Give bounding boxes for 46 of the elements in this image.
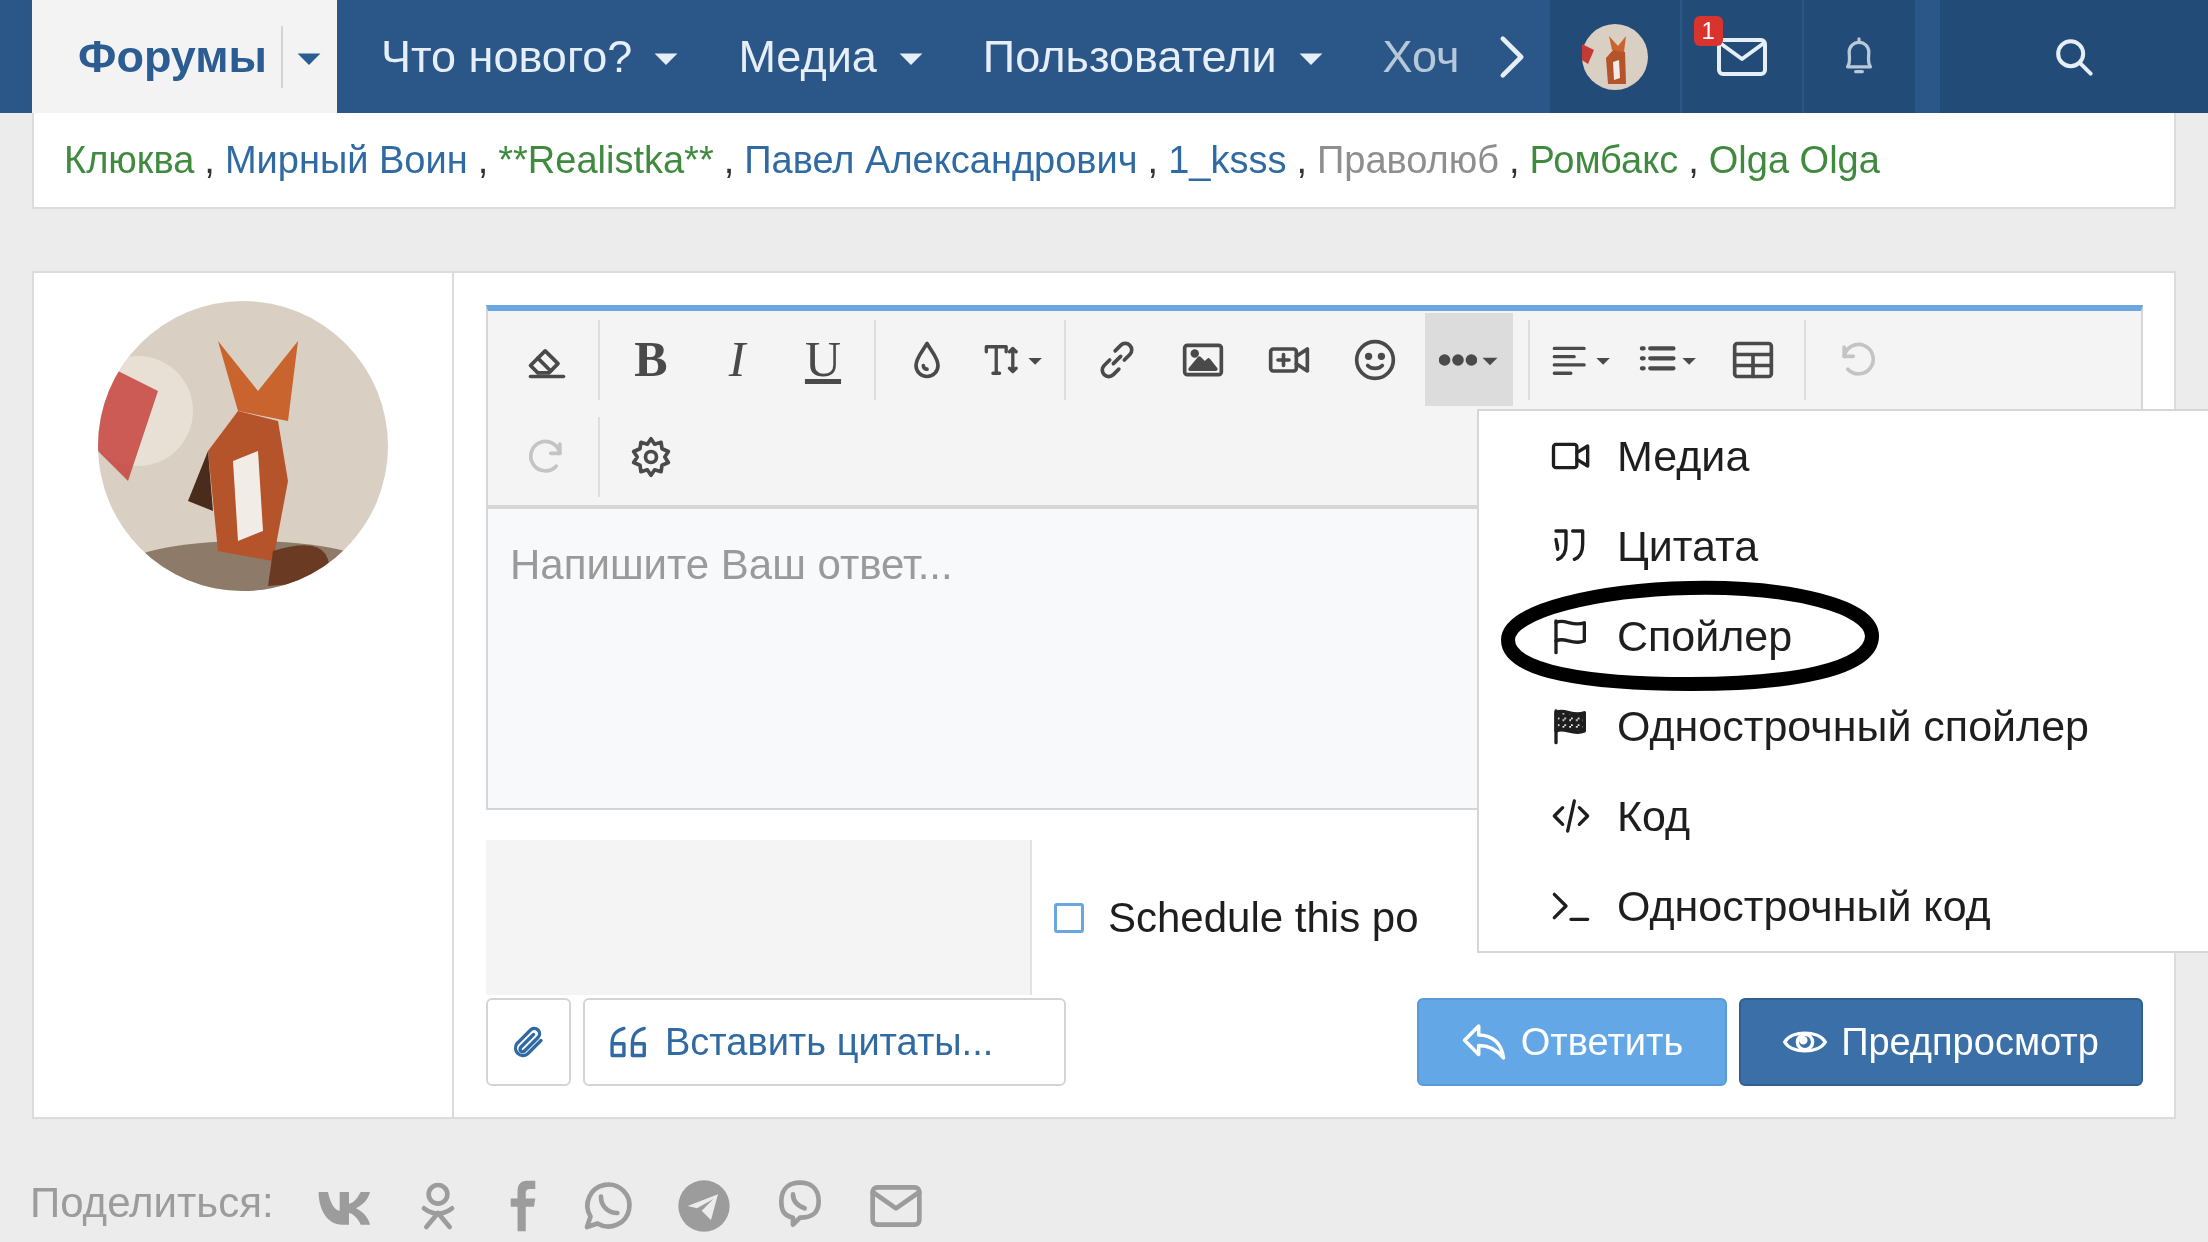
separator-comma: , xyxy=(477,137,489,183)
envelope-icon xyxy=(1715,36,1768,77)
nav-tab[interactable]: Форумы xyxy=(32,0,337,113)
separator-comma: , xyxy=(1147,137,1159,183)
separator-comma: , xyxy=(204,137,215,183)
nav-tab[interactable]: Пользователи xyxy=(938,0,1339,113)
menu-item[interactable]: Однострочный код xyxy=(1551,880,1991,932)
inbox-button[interactable]: 1 xyxy=(1679,0,1802,113)
bold-button[interactable]: B xyxy=(615,313,687,406)
ellipsis-icon xyxy=(1439,351,1477,368)
search-icon xyxy=(2053,36,2094,77)
code-icon xyxy=(1551,796,1591,836)
separator-comma: , xyxy=(723,137,735,183)
member-link[interactable]: 1_ksss xyxy=(1168,131,1287,189)
menu-item[interactable]: Медиа xyxy=(1551,430,1750,482)
account-button[interactable] xyxy=(1549,0,1680,113)
separator-comma: , xyxy=(1688,137,1699,183)
telegram-icon xyxy=(675,1177,732,1234)
checkbox[interactable] xyxy=(1054,902,1084,933)
insert-quotes-button[interactable]: Вставить цитаты... xyxy=(583,998,1066,1086)
member-link[interactable]: **Realistka** xyxy=(498,131,714,189)
menu-item[interactable]: Однострочный спойлер xyxy=(1551,700,2089,752)
nav-tab[interactable]: Медиа xyxy=(694,0,939,113)
member-link[interactable]: Праволюб xyxy=(1316,131,1500,189)
member-link[interactable]: Клюква xyxy=(64,131,195,189)
underline-button[interactable]: U xyxy=(787,313,859,406)
attach-button[interactable] xyxy=(486,998,571,1086)
more-button[interactable] xyxy=(1425,313,1513,406)
nav-tab[interactable]: Хоч xyxy=(1338,0,1474,113)
member-link[interactable]: Ромбакс xyxy=(1529,131,1679,189)
nav-tab[interactable]: Что нового? xyxy=(336,0,695,113)
notification-badge: 1 xyxy=(1693,16,1723,46)
preview-button[interactable]: Предпросмотр xyxy=(1739,998,2143,1086)
reply-arrow-icon xyxy=(1460,1022,1507,1062)
separator-comma: , xyxy=(1509,137,1520,183)
menu-item[interactable]: Цитата xyxy=(1551,520,1759,572)
alerts-button[interactable] xyxy=(1801,0,1915,113)
smiley-icon xyxy=(1353,337,1397,382)
member-link[interactable]: Olga Olga xyxy=(1708,131,1880,189)
member-link[interactable]: Павел Александрович xyxy=(744,131,1138,189)
member-link[interactable]: Мирный Воин xyxy=(224,131,468,189)
separator-comma: , xyxy=(1296,137,1307,183)
settings-icon xyxy=(629,434,673,479)
share-label: Поделиться: xyxy=(30,1178,274,1228)
italic-button[interactable]: I xyxy=(701,313,773,406)
schedule-label: Schedule this po xyxy=(1108,893,1419,943)
